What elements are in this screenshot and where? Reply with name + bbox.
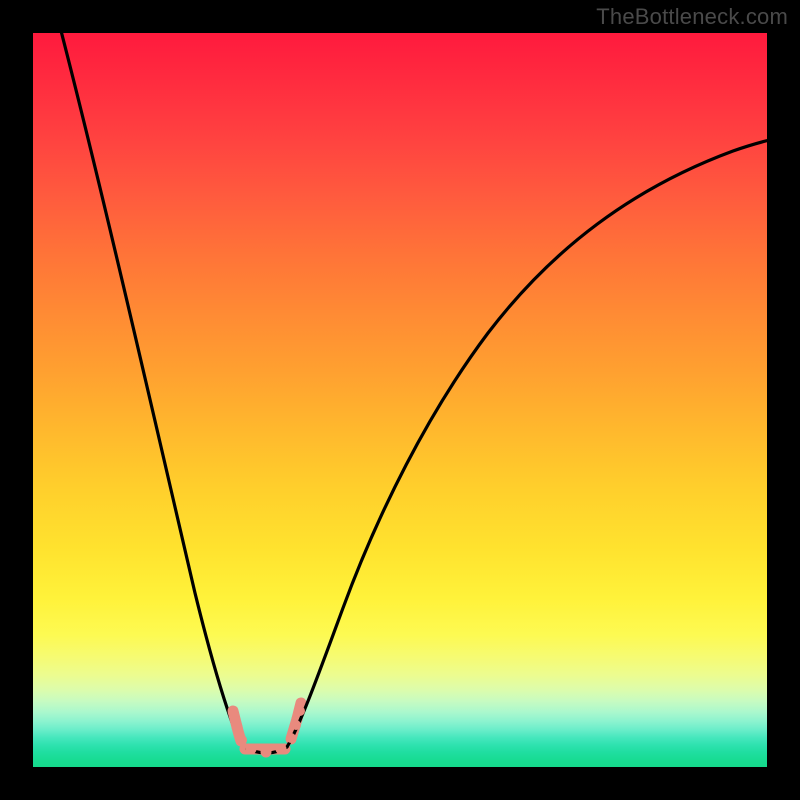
chart-frame: TheBottleneck.com	[0, 0, 800, 800]
watermark-text: TheBottleneck.com	[596, 4, 788, 30]
gradient-background	[33, 33, 767, 767]
plot-area	[33, 33, 767, 767]
